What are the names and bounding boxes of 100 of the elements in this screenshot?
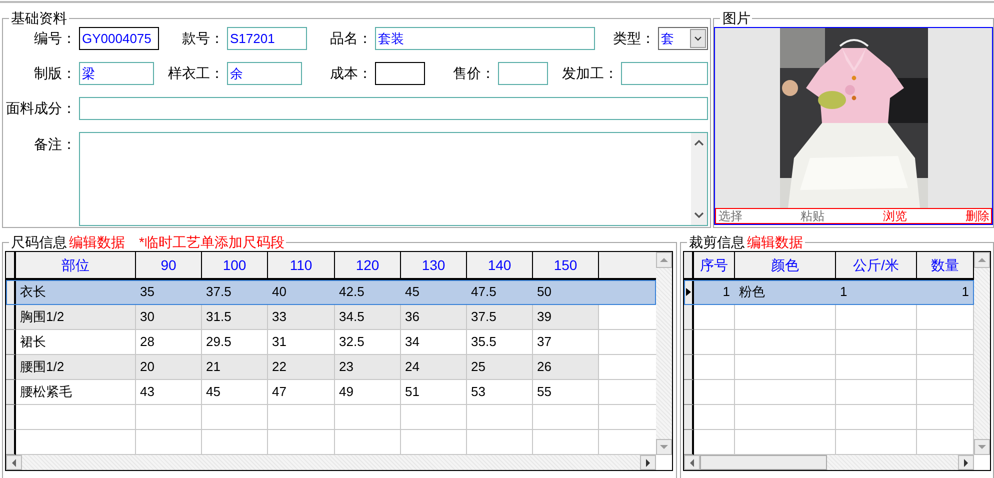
vertical-scrollbar[interactable] — [691, 133, 707, 225]
input-field[interactable]: GY0004075 — [79, 27, 159, 50]
table-cell: 35 — [136, 280, 202, 305]
table-cell: 23 — [335, 355, 401, 380]
chevron-up-icon — [694, 139, 704, 147]
horizontal-scrollbar[interactable] — [684, 455, 974, 470]
table-cell: 49 — [335, 380, 401, 405]
field-label: 发加工： — [561, 64, 618, 82]
table-cell: 47.5 — [467, 280, 533, 305]
input-field[interactable] — [498, 62, 548, 85]
table-cell — [268, 405, 335, 430]
column-header[interactable]: 颜色 — [735, 252, 836, 280]
type-dropdown[interactable]: 套 — [658, 27, 708, 50]
table-cell: 衣长 — [16, 280, 136, 305]
group-title: 尺码信息 — [11, 234, 67, 250]
input-field[interactable] — [375, 62, 425, 85]
table-cell: 37.5 — [467, 305, 533, 330]
row-header[interactable] — [684, 280, 694, 305]
table-cell: 40 — [268, 280, 335, 305]
table-cell: 34.5 — [335, 305, 401, 330]
table-row[interactable]: 腰松紧毛 43 45 47 49 51 53 55 — [6, 380, 656, 405]
column-header[interactable]: 110 — [268, 252, 335, 280]
column-header[interactable]: 90 — [136, 252, 202, 280]
column-header[interactable]: 100 — [202, 252, 268, 280]
input-field[interactable] — [621, 62, 708, 85]
table-cell: 胸围1/2 — [16, 305, 136, 330]
row-header[interactable] — [684, 330, 694, 355]
table-cell: 36 — [401, 305, 467, 330]
table-cell: 30 — [136, 305, 202, 330]
table-cell — [694, 330, 735, 355]
table-row[interactable]: 胸围1/2 30 31.5 33 34.5 36 37.5 39 — [6, 305, 656, 330]
row-header[interactable] — [684, 305, 694, 330]
table-cell: 粉色 — [735, 280, 836, 305]
table-cell: 腰围1/2 — [16, 355, 136, 380]
row-header[interactable] — [6, 405, 16, 430]
field-label: 售价： — [452, 64, 495, 82]
row-header[interactable] — [684, 430, 694, 455]
row-header[interactable] — [6, 305, 16, 330]
table-cell — [401, 405, 467, 430]
row-header[interactable] — [6, 280, 16, 305]
field-label: 备注： — [33, 136, 76, 154]
row-header[interactable] — [6, 380, 16, 405]
input-field[interactable]: S17201 — [227, 27, 307, 50]
table-cell: 37.5 — [202, 280, 268, 305]
field-label: 面料成分： — [5, 100, 76, 118]
field-label: 制版： — [33, 64, 76, 82]
table-cell: 26 — [533, 355, 599, 380]
table-cell: 1 — [694, 280, 735, 305]
field-label: 款号： — [181, 30, 224, 48]
table-cell — [694, 355, 735, 380]
row-header[interactable] — [684, 380, 694, 405]
column-header[interactable]: 公斤/米 — [836, 252, 917, 280]
table-cell: 31.5 — [202, 305, 268, 330]
column-header[interactable]: 部位 — [16, 252, 136, 280]
notes-field[interactable] — [79, 132, 708, 226]
table-cell: 腰松紧毛 — [16, 380, 136, 405]
column-header[interactable]: 140 — [467, 252, 533, 280]
table-cell: 45 — [202, 380, 268, 405]
table-row[interactable]: 1 粉色 1 1 — [684, 280, 974, 305]
table-cell: 39 — [533, 305, 599, 330]
column-header[interactable]: 130 — [401, 252, 467, 280]
edit-data-link[interactable]: 编辑数据 — [69, 234, 125, 250]
table-cell: 24 — [401, 355, 467, 380]
table-cell — [467, 405, 533, 430]
table-cell: 53 — [467, 380, 533, 405]
vertical-scrollbar[interactable] — [974, 252, 990, 455]
row-header[interactable] — [684, 405, 694, 430]
row-header[interactable] — [6, 430, 16, 455]
table-cell — [599, 280, 656, 305]
group-title: 裁剪信息 — [689, 234, 745, 250]
input-field[interactable] — [79, 97, 708, 120]
row-header[interactable] — [684, 355, 694, 380]
input-field[interactable]: 余 — [227, 62, 302, 85]
table-cell — [694, 405, 735, 430]
table-cell: 47 — [268, 380, 335, 405]
table-cell: 25 — [467, 355, 533, 380]
image-action-button[interactable]: 删除 — [963, 209, 992, 223]
horizontal-scrollbar[interactable] — [6, 455, 656, 470]
field-label: 成本： — [329, 64, 372, 82]
table-row[interactable]: 腰围1/2 20 21 22 23 24 25 26 — [6, 355, 656, 380]
row-header[interactable] — [6, 330, 16, 355]
table-cell: 43 — [136, 380, 202, 405]
input-field[interactable]: 套装 — [375, 27, 595, 50]
table-cell: 1 — [836, 280, 917, 305]
row-header[interactable] — [6, 355, 16, 380]
table-row[interactable]: 衣长 35 37.5 40 42.5 45 47.5 50 — [6, 280, 656, 305]
table-cell: 45 — [401, 280, 467, 305]
table-cell: 20 — [136, 355, 202, 380]
image-action-button[interactable]: 浏览 — [880, 209, 909, 223]
input-field[interactable]: 梁 — [79, 62, 154, 85]
column-header[interactable]: 150 — [533, 252, 599, 280]
table-cell — [694, 380, 735, 405]
field-label: 品名： — [329, 30, 372, 48]
column-header[interactable]: 序号 — [694, 252, 735, 280]
edit-data-link[interactable]: 编辑数据 — [747, 234, 803, 250]
vertical-scrollbar[interactable] — [656, 252, 672, 455]
column-header[interactable]: 数量 — [917, 252, 974, 280]
field-label: 编号： — [33, 30, 76, 48]
column-header[interactable]: 120 — [335, 252, 401, 280]
table-cell: 1 — [917, 280, 974, 305]
